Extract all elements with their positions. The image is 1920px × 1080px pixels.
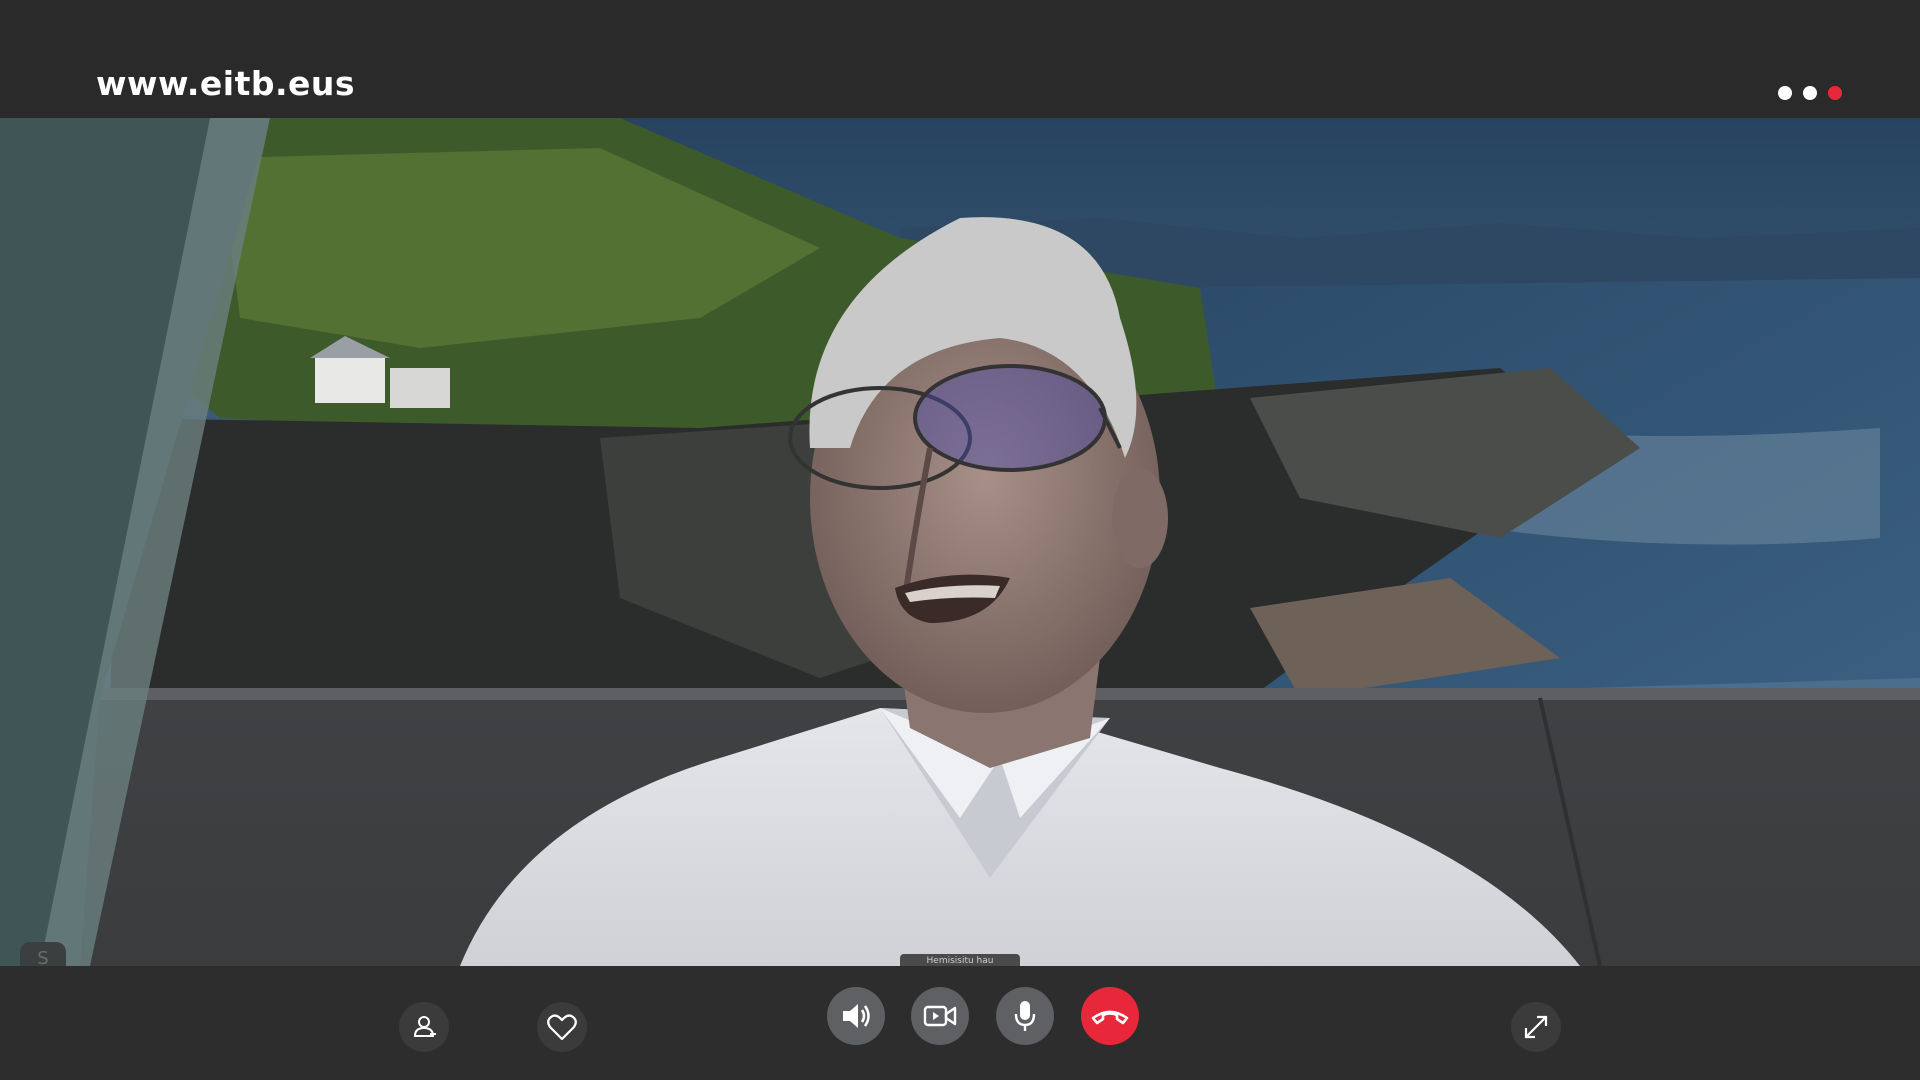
speaker-button[interactable]: [827, 987, 885, 1045]
menu-dot-1: [1778, 86, 1792, 100]
video-call-window: www.eitb.eus S Hemisisitu hau: [0, 0, 1920, 1080]
menu-dot-3: [1828, 86, 1842, 100]
top-bar: www.eitb.eus: [0, 0, 1920, 118]
menu-dot-2: [1803, 86, 1817, 100]
camera-button[interactable]: [911, 987, 969, 1045]
more-dots-icon[interactable]: [1778, 86, 1842, 100]
fullscreen-button[interactable]: [1511, 1002, 1561, 1052]
speaker-icon: [840, 1001, 872, 1031]
participants-icon: [411, 1014, 437, 1040]
video-camera-icon: [923, 1004, 957, 1028]
microphone-button[interactable]: [996, 987, 1054, 1045]
call-control-bar: [0, 966, 1920, 1080]
hang-up-icon: [1090, 1006, 1130, 1026]
brand-logo-text: www.eitb.eus: [96, 64, 356, 103]
heart-icon: [547, 1013, 577, 1041]
end-call-button[interactable]: [1081, 987, 1139, 1045]
participants-button[interactable]: [399, 1002, 449, 1052]
favorite-button[interactable]: [537, 1002, 587, 1052]
remote-video-feed: [0, 118, 1920, 966]
fullscreen-icon: [1522, 1013, 1550, 1041]
microphone-icon: [1013, 999, 1037, 1033]
video-frame-illustration: [0, 118, 1920, 966]
